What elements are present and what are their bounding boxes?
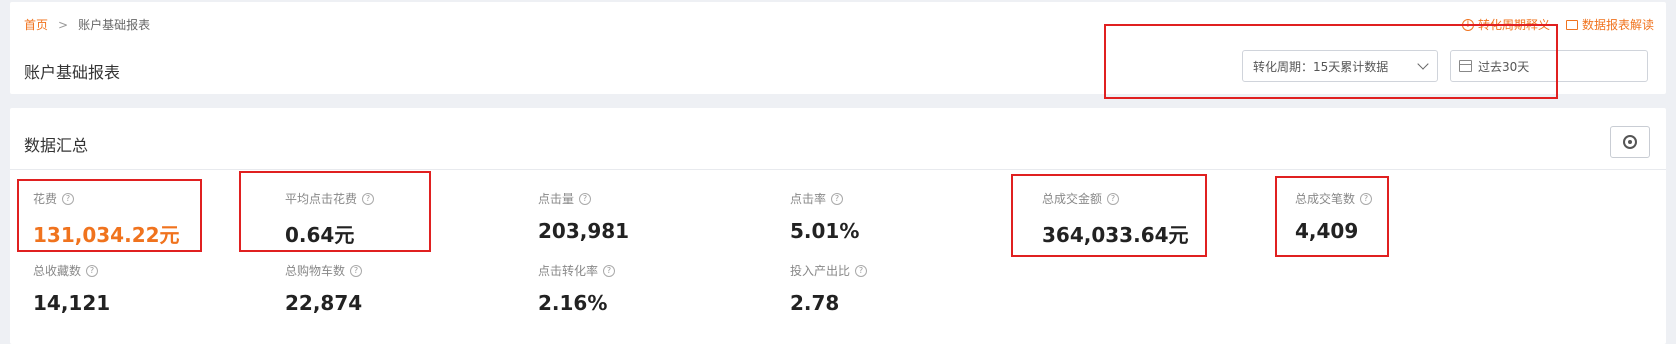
help-icon[interactable]: ?: [603, 264, 616, 277]
summary-title: 数据汇总: [24, 136, 89, 155]
help-icon[interactable]: ?: [579, 192, 592, 205]
divider: [10, 169, 1666, 170]
breadcrumb-separator: >: [58, 17, 69, 32]
metric-total-cart: 总购物车数? 22,874: [285, 262, 362, 315]
metric-click-conversion-rate: 点击转化率? 2.16%: [538, 262, 616, 315]
breadcrumb-current: 账户基础报表: [78, 18, 151, 32]
report-guide-link[interactable]: 数据报表解读: [1565, 16, 1654, 33]
help-icon[interactable]: ?: [855, 264, 868, 277]
metric-value: 14,121: [33, 291, 111, 315]
document-icon: [1565, 19, 1578, 30]
page-title: 账户基础报表: [24, 63, 121, 82]
highlight-box-total-orders: [1275, 176, 1389, 257]
metric-clicks: 点击量? 203,981: [538, 190, 629, 243]
highlight-box-avg-cpc: [239, 171, 431, 252]
metric-label: 投入产出比: [790, 264, 851, 278]
metric-value: 2.16%: [538, 291, 608, 315]
help-icon[interactable]: ?: [831, 192, 844, 205]
help-icon[interactable]: ?: [350, 264, 363, 277]
report-guide-label: 数据报表解读: [1581, 18, 1654, 32]
metric-label: 点击转化率: [538, 264, 599, 278]
highlight-box-spend: [17, 179, 202, 252]
metric-label: 总收藏数: [33, 264, 82, 278]
breadcrumb: 首页 > 账户基础报表: [24, 16, 150, 33]
metric-label: 点击量: [538, 192, 575, 206]
metric-value: 22,874: [285, 291, 363, 315]
gear-icon: [1623, 135, 1637, 149]
filters-highlight-box: [1104, 24, 1558, 99]
metric-value: 5.01%: [790, 219, 860, 243]
help-icon[interactable]: ?: [86, 264, 99, 277]
metric-ctr: 点击率? 5.01%: [790, 190, 859, 243]
metric-roi: 投入产出比? 2.78: [790, 262, 868, 315]
breadcrumb-home-link[interactable]: 首页: [24, 16, 48, 33]
metric-label: 点击率: [790, 192, 827, 206]
metric-total-favorites: 总收藏数? 14,121: [33, 262, 110, 315]
data-summary-card: 数据汇总 花费? 131,034.22元 平均点击花费? 0.64元 点击量? …: [10, 108, 1666, 344]
metric-value: 2.78: [790, 291, 840, 315]
metric-value: 203,981: [538, 219, 630, 243]
metric-label: 总购物车数: [285, 264, 346, 278]
settings-button[interactable]: [1610, 126, 1650, 158]
highlight-box-total-gmv: [1011, 174, 1207, 257]
